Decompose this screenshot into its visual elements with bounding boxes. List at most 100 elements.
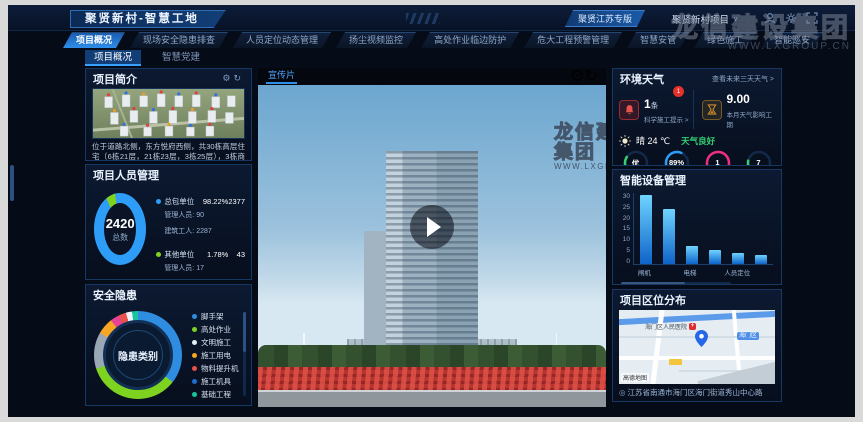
weather-forecast-link[interactable]: 查看未来三天天气 > — [712, 74, 774, 84]
x-label: 闸机 — [633, 267, 656, 277]
gear-icon[interactable] — [785, 12, 797, 24]
legend-scrollbar[interactable] — [243, 312, 246, 396]
x-label — [656, 267, 679, 277]
province-version-button[interactable]: 聚贤江苏专版 — [565, 10, 645, 27]
header-decoration — [406, 13, 440, 24]
legend-label: 施工用电 — [201, 350, 231, 361]
tab-dust-video-monitor[interactable]: 扬尘视频监控 — [336, 32, 416, 48]
legend-item: 基础工程 — [192, 388, 241, 401]
delay-value: 9.00 — [727, 92, 750, 106]
legend-dot-blue — [156, 199, 161, 204]
legend-dot-green — [156, 252, 161, 257]
header-icons — [764, 12, 818, 24]
hospital-marker: 海门区人民医院 + — [645, 322, 696, 331]
tab-smart-safety[interactable]: 智慧安管 — [627, 32, 689, 48]
left-drawer-handle[interactable] — [10, 165, 14, 201]
y-tick: 30 — [619, 193, 630, 200]
legend-label: 文明施工 — [201, 337, 231, 348]
legend-item: 物料提升机 — [192, 362, 241, 375]
x-label — [701, 267, 724, 277]
gauge-pm25: 7 PM 2.5 — [740, 150, 778, 166]
watermark-url: WWW.LXGROUP.CN — [554, 163, 606, 171]
app-title: 聚贤新村-智慧工地 — [70, 10, 226, 28]
y-axis: 30 25 20 15 10 5 0 — [619, 193, 633, 265]
project-selector[interactable]: 聚贤新村项目 ∨ — [672, 12, 738, 26]
legend-dot — [192, 379, 197, 384]
legend-dot — [192, 314, 197, 319]
gear-icon[interactable]: ⚙ — [570, 68, 584, 85]
dashboard: 聚贤新村-智慧工地 聚贤江苏专版 聚贤新村项目 ∨ 龙信建设集团 WWW.LXG… — [8, 5, 855, 417]
map-attribution: 高德地图 — [621, 373, 649, 382]
personnel-total-label: 总数 — [112, 232, 128, 243]
tab-height-work-protection[interactable]: 高处作业临边防护 — [421, 32, 519, 48]
weather-delay-stat: 9.00 本月天气影响工期 — [693, 90, 776, 129]
map-canvas[interactable]: 海门区人民医院 + 海门区 高德地图 — [619, 310, 775, 384]
y-tick: 0 — [619, 258, 630, 265]
x-label — [750, 267, 773, 277]
group-count: 2377 — [228, 197, 245, 206]
refresh-icon[interactable]: ↻ — [585, 68, 598, 85]
project-description: 位于道路北侧，东方悦府西侧，共30栋高层住宅（6栋21层，21栋23层，3栋25… — [92, 142, 245, 161]
project-aerial-image — [92, 88, 245, 139]
video-tab-promo[interactable]: 宣传片 — [266, 68, 297, 84]
legend-dot — [192, 353, 197, 358]
subtab-project-overview[interactable]: 项目概况 — [85, 50, 141, 66]
gauge-value: 1 — [699, 158, 737, 166]
weather-condition: 晴 24 ℃ — [636, 134, 670, 147]
video-panel: 宣传片 ⚙↻ 龙信建设集团 WWW.LXGROUP.CN — [258, 68, 606, 407]
construction-tip-stat: 1 1条 科学施工提示 > — [619, 90, 693, 129]
play-button[interactable] — [410, 205, 454, 249]
greenery — [258, 345, 606, 369]
personnel-legend: 总包单位 98.22% 2377 管理人员: 90 建筑工人: 2287 其他单… — [146, 188, 245, 280]
hazard-center-label: 隐患类别 — [94, 311, 182, 399]
location-map-panel: 项目区位分布 海门区人民医院 + 海门区 高德地图 ◎江苏省南通市海门区海门街道… — [612, 289, 782, 402]
bar-positioning — [732, 253, 744, 265]
personnel-panel: 项目人员管理 2420 总数 总包单位 98.22% 2377 管 — [85, 164, 252, 280]
panel-header-icons: ⚙↻ — [222, 73, 244, 84]
gauge-humidity: 89% 湿度 — [658, 150, 696, 166]
delay-label: 本月天气影响工期 — [727, 109, 776, 129]
hazard-legend: 脚手架 高处作业 文明施工 施工用电 物料提升机 施工机具 基础工程 — [182, 308, 247, 401]
tab-smart-patrol[interactable]: 智能巡安 — [761, 32, 823, 48]
location-icon: ◎ — [619, 388, 626, 397]
gauge-value: 89% — [658, 158, 696, 166]
hazard-donut-chart: 隐患类别 — [94, 311, 182, 399]
legend-dot — [192, 392, 197, 397]
video-player[interactable]: 龙信建设集团 WWW.LXGROUP.CN — [258, 85, 606, 407]
legend-label: 脚手架 — [201, 311, 224, 322]
plot-area — [633, 193, 773, 265]
chart-scrollbar[interactable] — [621, 282, 731, 285]
user-icon[interactable] — [764, 12, 776, 24]
subtab-party-building[interactable]: 智慧党建 — [153, 50, 209, 66]
tab-green-construction[interactable]: 绿色施工 — [694, 32, 756, 48]
group-managers: 管理人员: 17 — [164, 263, 204, 273]
y-tick: 10 — [619, 236, 630, 243]
panel-title: 智能设备管理 — [620, 172, 686, 188]
legend-dot — [192, 366, 197, 371]
hospital-cross-icon: + — [689, 323, 696, 330]
group-managers: 管理人员: 90 — [164, 210, 204, 220]
tab-personnel-location[interactable]: 人员定位动态管理 — [233, 32, 331, 48]
app-title-text: 聚贤新村-智慧工地 — [85, 13, 199, 25]
legend-label: 基础工程 — [201, 389, 231, 400]
highway-road — [619, 311, 775, 326]
device-bar-chart: 30 25 20 15 10 5 0 — [619, 193, 773, 265]
refresh-icon[interactable]: ↻ — [233, 73, 244, 83]
alarm-bell-icon — [619, 100, 639, 120]
group-workers: 建筑工人: 2287 — [164, 226, 211, 236]
tab-dangerous-project-warning[interactable]: 危大工程预警管理 — [524, 32, 622, 48]
construction-tip-link[interactable]: 科学施工提示 > — [644, 114, 689, 124]
gear-icon[interactable]: ⚙ — [222, 73, 233, 83]
fullscreen-icon[interactable] — [806, 12, 818, 24]
road — [258, 390, 606, 407]
location-pin-icon — [695, 330, 708, 347]
tab-project-overview[interactable]: 项目概况 — [63, 32, 125, 48]
group-workers: 建筑工人: 26 — [164, 279, 204, 280]
safety-hazard-panel: 安全隐患 隐患类别 脚手架 高处作业 文明施工 施工用电 物料提升机 施工机具 … — [85, 284, 252, 406]
y-tick: 25 — [619, 204, 630, 211]
tab-site-hazard-check[interactable]: 现场安全隐患排查 — [130, 32, 228, 48]
chevron-down-icon: ∨ — [733, 15, 738, 23]
y-tick: 15 — [619, 225, 630, 232]
weather-gauges: 优 空气状况 89% 湿度 1 风速(m/s) 7 PM 2.5 — [613, 150, 781, 166]
legend-item: 文明施工 — [192, 336, 241, 349]
